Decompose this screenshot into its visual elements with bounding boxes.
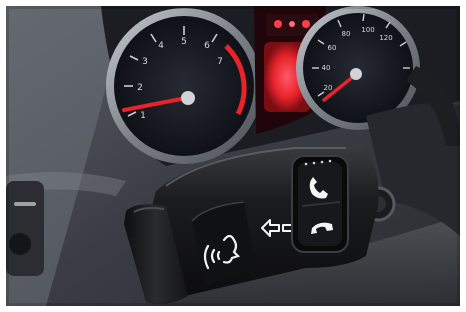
tacho-label-1: 1 <box>140 111 146 121</box>
speedo-label-120: 120 <box>379 34 392 42</box>
photo-drawing: 1 2 3 4 5 6 7 20 40 60 80 100 120 <box>6 6 460 306</box>
speedo-label-40: 40 <box>322 64 331 72</box>
car-interior-photo: 1 2 3 4 5 6 7 20 40 60 80 100 120 <box>6 6 460 306</box>
left-knob <box>9 233 31 255</box>
phone-rocker-button <box>291 155 349 253</box>
image-frame: 1 2 3 4 5 6 7 20 40 60 80 100 120 <box>0 0 466 312</box>
left-side-panel <box>6 181 44 276</box>
tacho-label-2: 2 <box>137 83 143 93</box>
tacho-label-7: 7 <box>217 57 223 67</box>
tachometer-hub <box>181 91 195 105</box>
tacho-label-5: 5 <box>181 37 187 47</box>
tacho-label-6: 6 <box>204 41 210 51</box>
speedometer-hub <box>350 68 362 80</box>
speedo-label-60: 60 <box>328 44 337 52</box>
speedo-label-100: 100 <box>361 26 374 34</box>
speedo-label-80: 80 <box>342 30 351 38</box>
tacho-label-3: 3 <box>142 57 148 67</box>
tachometer-gauge: 1 2 3 4 5 6 7 <box>106 8 262 164</box>
tacho-label-4: 4 <box>158 41 164 51</box>
speedo-label-20: 20 <box>324 84 333 92</box>
